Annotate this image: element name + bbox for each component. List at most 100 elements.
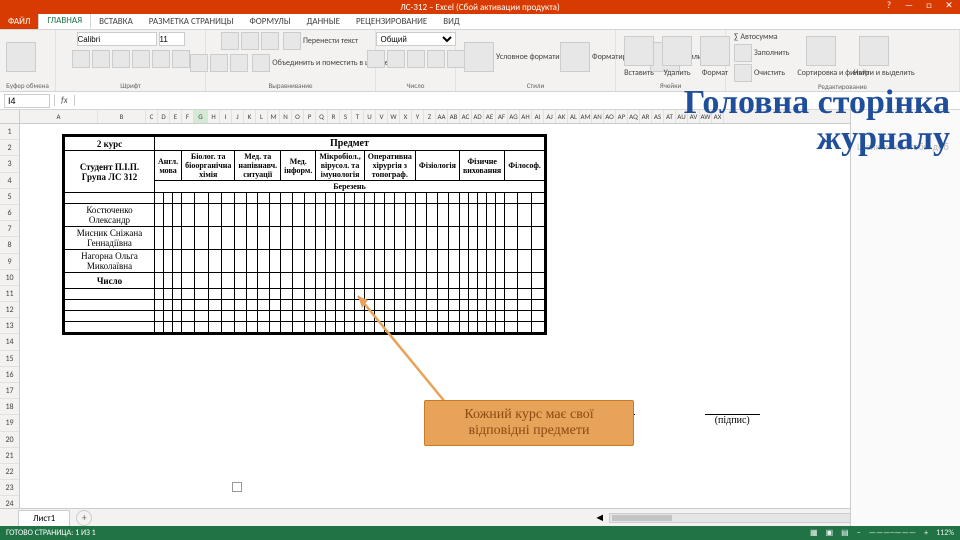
row-header[interactable]: 18 <box>0 399 19 415</box>
currency-icon[interactable] <box>367 50 385 68</box>
align-middle-icon[interactable] <box>241 32 259 50</box>
col-header[interactable]: AE <box>484 110 496 123</box>
col-header[interactable]: W <box>388 110 400 123</box>
row-header[interactable]: 8 <box>0 237 19 253</box>
col-header[interactable]: AB <box>448 110 460 123</box>
col-header[interactable]: J <box>232 110 244 123</box>
border-icon[interactable] <box>132 50 150 68</box>
new-sheet-button[interactable]: + <box>76 510 92 526</box>
row-header[interactable]: 19 <box>0 415 19 431</box>
align-top-icon[interactable] <box>221 32 239 50</box>
col-header[interactable]: M <box>268 110 280 123</box>
col-header[interactable]: X <box>400 110 412 123</box>
row-header[interactable]: 21 <box>0 448 19 464</box>
percent-icon[interactable] <box>387 50 405 68</box>
view-break-icon[interactable]: ▤ <box>841 528 849 538</box>
row-header[interactable]: 3 <box>0 156 19 172</box>
col-header[interactable]: I <box>220 110 232 123</box>
zoom-level[interactable]: 112% <box>936 528 954 538</box>
col-header[interactable]: Z <box>424 110 436 123</box>
col-header[interactable]: AK <box>556 110 568 123</box>
row-header[interactable]: 7 <box>0 221 19 237</box>
col-header[interactable]: A <box>20 110 98 123</box>
name-box[interactable] <box>4 94 50 108</box>
row-header[interactable]: 12 <box>0 302 19 318</box>
row-header[interactable]: 9 <box>0 254 19 270</box>
col-header[interactable]: V <box>376 110 388 123</box>
col-header[interactable]: G <box>194 110 208 123</box>
row-header[interactable]: 2 <box>0 140 19 156</box>
col-header[interactable]: AQ <box>628 110 640 123</box>
row-header[interactable]: 14 <box>0 334 19 350</box>
col-header[interactable]: N <box>280 110 292 123</box>
col-header[interactable]: U <box>364 110 376 123</box>
tab-formulas[interactable]: ФОРМУЛЫ <box>242 14 299 29</box>
col-header[interactable]: AM <box>580 110 592 123</box>
col-header[interactable]: AF <box>496 110 508 123</box>
col-header[interactable]: AO <box>604 110 616 123</box>
fill-color-icon[interactable] <box>152 50 170 68</box>
row-header[interactable]: 17 <box>0 383 19 399</box>
col-header[interactable]: H <box>208 110 220 123</box>
tab-home[interactable]: ГЛАВНАЯ <box>38 12 91 29</box>
row-header[interactable]: 13 <box>0 318 19 334</box>
col-header[interactable]: AG <box>508 110 520 123</box>
selection-handle[interactable] <box>232 482 242 492</box>
col-header[interactable]: AI <box>532 110 544 123</box>
view-page-icon[interactable]: ▣ <box>826 528 834 538</box>
sheet-tab[interactable]: Лист1 <box>18 510 70 526</box>
delete-cells-button[interactable]: Удалить <box>660 36 694 78</box>
italic-icon[interactable] <box>92 50 110 68</box>
col-header[interactable]: D <box>158 110 170 123</box>
col-header[interactable]: AD <box>472 110 484 123</box>
cells[interactable]: 2 курсПредметСтудент П.І.П. Група ЛС 312… <box>20 124 960 526</box>
row-header[interactable]: 23 <box>0 480 19 496</box>
bold-icon[interactable] <box>72 50 90 68</box>
col-header[interactable]: AS <box>652 110 664 123</box>
col-header[interactable]: AP <box>616 110 628 123</box>
col-header[interactable]: AL <box>568 110 580 123</box>
align-center-icon[interactable] <box>210 54 228 72</box>
fx-icon[interactable]: fx <box>54 95 75 106</box>
row-header[interactable]: 11 <box>0 286 19 302</box>
view-normal-icon[interactable]: ▦ <box>810 528 818 538</box>
row-header[interactable]: 1 <box>0 124 19 140</box>
scroll-thumb[interactable] <box>612 515 672 521</box>
col-header[interactable]: AA <box>436 110 448 123</box>
help-icon[interactable]: ? <box>882 0 896 11</box>
select-all-corner[interactable] <box>0 110 19 124</box>
col-header[interactable]: K <box>244 110 256 123</box>
paste-icon[interactable] <box>6 42 36 72</box>
col-header[interactable]: L <box>256 110 268 123</box>
tab-insert[interactable]: ВСТАВКА <box>91 14 141 29</box>
col-header[interactable]: AH <box>520 110 532 123</box>
col-header[interactable]: F <box>182 110 194 123</box>
scroll-left-icon[interactable]: ◄ <box>594 511 605 524</box>
align-bottom-icon[interactable] <box>261 32 279 50</box>
row-header[interactable]: 4 <box>0 173 19 189</box>
find-select-button[interactable]: Найти и выделить <box>851 36 897 78</box>
row-header[interactable]: 15 <box>0 351 19 367</box>
underline-icon[interactable] <box>112 50 130 68</box>
autosum-button[interactable]: ∑Автосумма <box>732 32 791 42</box>
col-header[interactable]: AT <box>664 110 676 123</box>
col-header[interactable]: AN <box>592 110 604 123</box>
row-header[interactable]: 22 <box>0 464 19 480</box>
col-header[interactable]: AJ <box>544 110 556 123</box>
minimize-icon[interactable]: — <box>902 0 916 11</box>
col-header[interactable]: AC <box>460 110 472 123</box>
font-name-input[interactable] <box>77 32 157 46</box>
wrap-text-button[interactable]: Перенести текст <box>281 32 360 50</box>
col-header[interactable]: E <box>170 110 182 123</box>
col-header[interactable]: S <box>340 110 352 123</box>
zoom-in-button[interactable]: + <box>924 528 928 538</box>
tab-view[interactable]: ВИД <box>435 14 467 29</box>
zoom-slider[interactable]: ———⎯——— <box>869 528 916 538</box>
tab-file[interactable]: ФАЙЛ <box>0 14 38 29</box>
font-size-input[interactable] <box>159 32 185 46</box>
grid[interactable]: ABCDEFGHIJKLMNOPQRSTUVWXYZAAABACADAEAFAG… <box>20 110 960 526</box>
clear-button[interactable]: Очистить <box>732 64 791 82</box>
sort-filter-button[interactable]: Сортировка и фильтр <box>795 36 847 78</box>
number-format-select[interactable]: Общий <box>376 32 456 46</box>
col-header[interactable]: Q <box>316 110 328 123</box>
